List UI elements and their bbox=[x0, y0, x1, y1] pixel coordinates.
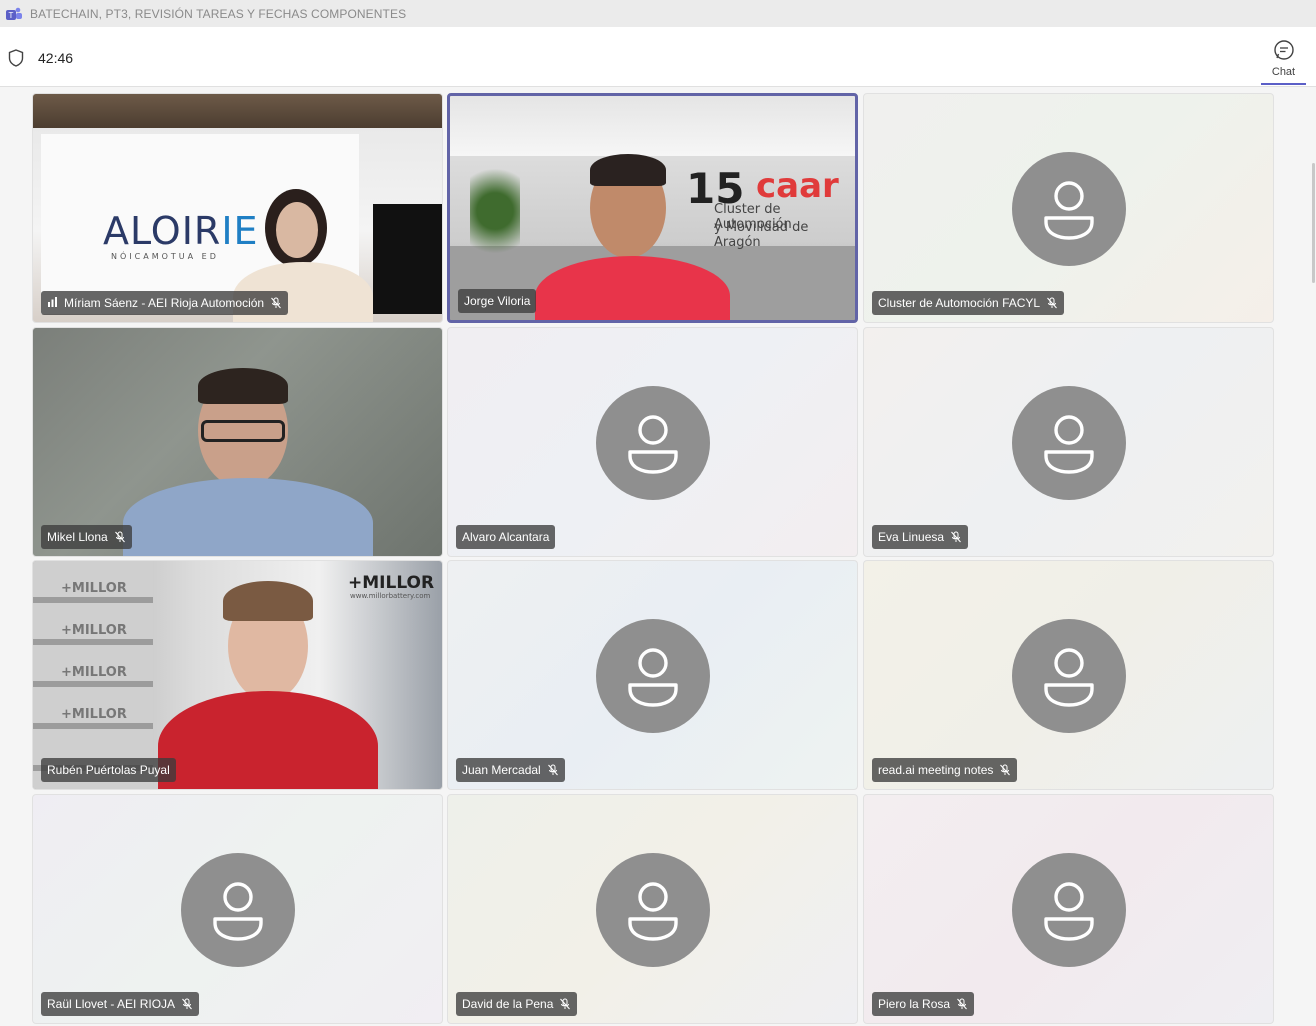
participant-hair bbox=[198, 368, 288, 404]
person-icon bbox=[1044, 415, 1094, 474]
participant-tile[interactable]: Eva Linuesa bbox=[863, 327, 1274, 557]
mic-off-icon bbox=[114, 531, 125, 543]
participant-nametag: Eva Linuesa bbox=[872, 525, 969, 549]
participant-tile[interactable]: Juan Mercadal bbox=[447, 560, 858, 790]
avatar bbox=[1012, 152, 1126, 266]
banner-subtitle: NÓICAMOTUA ED bbox=[111, 252, 219, 261]
participant-nametag: Juan Mercadal bbox=[456, 758, 565, 782]
participant-nametag: Raül Llovet - AEI RIOJA bbox=[41, 992, 200, 1016]
participant-name: Juan Mercadal bbox=[462, 763, 541, 777]
participant-tile[interactable]: David de la Pena bbox=[447, 794, 858, 1024]
caar-brand: caar bbox=[756, 166, 839, 206]
avatar bbox=[1012, 619, 1126, 733]
person-icon bbox=[1044, 882, 1094, 941]
banner-logo: ALOIRIE bbox=[103, 209, 259, 253]
rack-label: +MILLOR bbox=[61, 665, 127, 680]
avatar bbox=[181, 853, 295, 967]
participant-nametag: Míriam Sáenz - AEI Rioja Automoción bbox=[41, 291, 289, 315]
signal-strength-icon bbox=[47, 296, 58, 310]
participant-name: David de la Pena bbox=[462, 997, 554, 1011]
person-icon bbox=[1044, 181, 1094, 240]
svg-text:T: T bbox=[9, 11, 14, 20]
participant-nametag: David de la Pena bbox=[456, 992, 578, 1016]
participant-name: Cluster de Automoción FACYL bbox=[878, 296, 1041, 310]
participant-name: Míriam Sáenz - AEI Rioja Automoción bbox=[64, 296, 265, 310]
caar-line2: y Movilidad de Aragón bbox=[714, 220, 809, 250]
avatar bbox=[596, 853, 710, 967]
shield-icon[interactable] bbox=[8, 49, 24, 67]
teams-icon: T bbox=[6, 7, 22, 20]
person-icon bbox=[628, 415, 678, 474]
participant-name: Piero la Rosa bbox=[878, 997, 951, 1011]
mic-off-icon bbox=[547, 764, 558, 776]
meeting-toolbar: 42:46 Chat bbox=[0, 27, 1316, 87]
window-title: BATECHAIN, PT3, REVISIÓN TAREAS Y FECHAS… bbox=[30, 6, 407, 21]
millor-logo: +MILLOR bbox=[348, 573, 435, 593]
participant-name: Eva Linuesa bbox=[878, 530, 945, 544]
participant-tile[interactable]: Cluster de Automoción FACYL bbox=[863, 93, 1274, 323]
person-icon bbox=[628, 882, 678, 941]
participant-tile[interactable]: ALOIRIE NÓICAMOTUA ED Míriam Sáenz - AEI… bbox=[32, 93, 443, 323]
participant-nametag: Jorge Viloria bbox=[458, 289, 537, 313]
chat-icon bbox=[1273, 40, 1294, 60]
chat-label: Chat bbox=[1271, 66, 1296, 78]
mic-off-icon bbox=[951, 531, 961, 543]
participant-nametag: Mikel Llona bbox=[41, 525, 132, 549]
mic-off-icon bbox=[271, 297, 282, 309]
mic-off-icon bbox=[1000, 764, 1011, 776]
chat-button[interactable]: Chat bbox=[1261, 35, 1306, 85]
participant-tile[interactable]: Raül Llovet - AEI RIOJA bbox=[32, 794, 443, 1024]
participant-hair bbox=[590, 154, 666, 186]
participant-glasses bbox=[201, 420, 285, 442]
participant-tile[interactable]: read.ai meeting notes bbox=[863, 560, 1274, 790]
participant-tile[interactable]: +MILLOR +MILLOR +MILLOR +MILLOR +MILLOR … bbox=[32, 560, 443, 790]
mic-off-icon bbox=[1047, 297, 1058, 309]
mic-off-icon bbox=[182, 998, 192, 1010]
participant-name: Raül Llovet - AEI RIOJA bbox=[47, 997, 176, 1011]
person-icon bbox=[213, 882, 263, 941]
participant-name: Alvaro Alcantara bbox=[462, 530, 550, 544]
video-gallery: ALOIRIE NÓICAMOTUA ED Míriam Sáenz - AEI… bbox=[0, 88, 1316, 1026]
participant-body bbox=[158, 691, 378, 789]
participant-name: Jorge Viloria bbox=[464, 294, 531, 308]
participant-tile[interactable]: Piero la Rosa bbox=[863, 794, 1274, 1024]
meeting-timer: 42:46 bbox=[38, 50, 74, 66]
participant-tile[interactable]: Alvaro Alcantara bbox=[447, 327, 858, 557]
person-icon bbox=[1044, 648, 1094, 707]
rack-label: +MILLOR bbox=[61, 623, 127, 638]
mic-off-icon bbox=[957, 998, 967, 1010]
window-titlebar: T BATECHAIN, PT3, REVISIÓN TAREAS Y FECH… bbox=[0, 0, 1316, 27]
avatar bbox=[596, 619, 710, 733]
chat-active-indicator bbox=[1261, 83, 1306, 85]
person-icon bbox=[628, 648, 678, 707]
participant-nametag: read.ai meeting notes bbox=[872, 758, 1018, 782]
participant-nametag: Alvaro Alcantara bbox=[456, 525, 556, 549]
mic-off-icon bbox=[560, 998, 571, 1010]
participant-name: Mikel Llona bbox=[47, 530, 108, 544]
participant-nametag: Piero la Rosa bbox=[872, 992, 975, 1016]
rack-label: +MILLOR bbox=[61, 707, 127, 722]
scrollbar-thumb[interactable] bbox=[1312, 163, 1315, 283]
office-ceiling bbox=[450, 96, 855, 156]
rollup-banner bbox=[373, 204, 442, 314]
participant-hair bbox=[223, 581, 313, 621]
avatar bbox=[1012, 386, 1126, 500]
millor-url: www.millorbattery.com bbox=[350, 592, 431, 600]
avatar bbox=[596, 386, 710, 500]
participant-name: Rubén Puértolas Puyal bbox=[47, 763, 170, 777]
participant-nametag: Cluster de Automoción FACYL bbox=[872, 291, 1065, 315]
participant-nametag: Rubén Puértolas Puyal bbox=[41, 758, 176, 782]
office-plant bbox=[470, 156, 520, 266]
participant-name: read.ai meeting notes bbox=[878, 763, 994, 777]
participant-face bbox=[276, 202, 318, 258]
participant-tile[interactable]: Mikel Llona bbox=[32, 327, 443, 557]
rack-label: +MILLOR bbox=[61, 581, 127, 596]
avatar bbox=[1012, 853, 1126, 967]
participant-tile-active-speaker[interactable]: 15 caar Cluster de Automoción y Movilida… bbox=[447, 93, 858, 323]
participant-body bbox=[123, 478, 373, 556]
